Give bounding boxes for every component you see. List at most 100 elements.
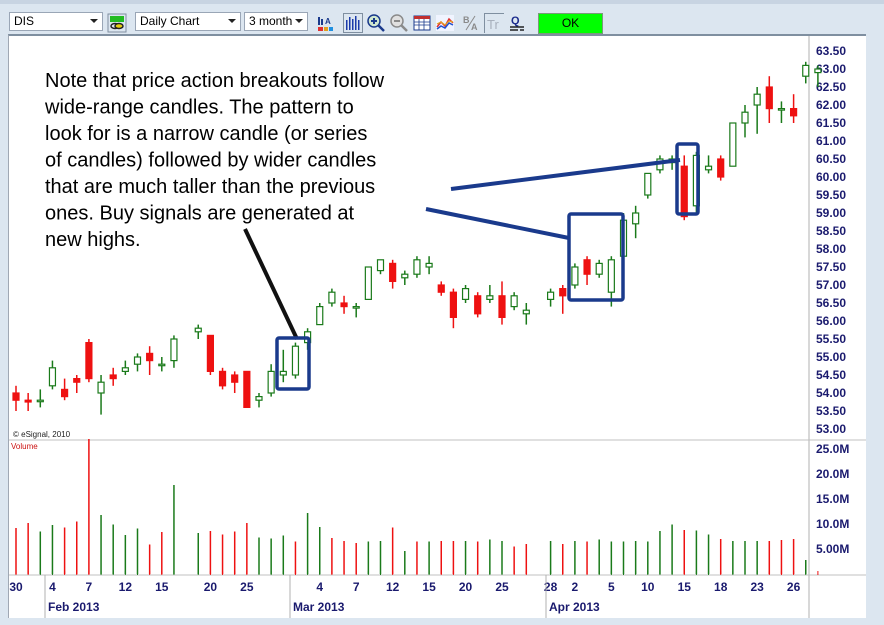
candle-body bbox=[461, 288, 470, 301]
candle-up bbox=[644, 172, 652, 199]
chevron-down-icon[interactable] bbox=[228, 19, 236, 23]
candle-down bbox=[206, 334, 214, 375]
candle-down bbox=[231, 371, 239, 393]
candle-body bbox=[425, 262, 433, 268]
candle-up bbox=[121, 360, 129, 375]
date-tick-label: 25 bbox=[240, 580, 254, 594]
candle-down bbox=[498, 281, 506, 325]
bar-chart-button[interactable] bbox=[343, 13, 363, 33]
month-label: Apr 2013 bbox=[549, 600, 600, 614]
candle-up bbox=[364, 266, 372, 301]
copyright-text: © eSignal, 2010 bbox=[13, 430, 71, 439]
candle-body bbox=[376, 259, 385, 272]
candle-up bbox=[267, 364, 275, 397]
annotation-line: Note that price action breakouts follow bbox=[45, 70, 385, 92]
candle-up bbox=[522, 303, 530, 325]
candle-body bbox=[279, 370, 287, 376]
link-button[interactable] bbox=[107, 13, 127, 33]
price-tick-label: 62.50 bbox=[816, 80, 846, 94]
zoom-out-icon bbox=[390, 14, 408, 32]
candle-up bbox=[486, 285, 494, 303]
date-tick-label: 15 bbox=[155, 580, 169, 594]
candle-body bbox=[36, 399, 44, 403]
candle-body bbox=[401, 273, 409, 279]
trade-button[interactable]: Tr bbox=[484, 13, 504, 33]
candle-body bbox=[121, 367, 129, 372]
period-value: 3 month bbox=[249, 14, 293, 28]
candle-body bbox=[206, 334, 214, 372]
candle-body bbox=[413, 259, 421, 275]
ok-button[interactable]: OK bbox=[538, 13, 603, 34]
period-combo[interactable]: 3 month bbox=[244, 12, 308, 31]
study-button[interactable]: A bbox=[316, 13, 336, 33]
candle-up bbox=[632, 205, 640, 239]
candle-down bbox=[717, 155, 725, 181]
candle-down bbox=[85, 339, 93, 383]
chart-type-value: Daily Chart bbox=[140, 14, 200, 28]
candle-down bbox=[109, 367, 117, 386]
candle-body bbox=[255, 396, 263, 401]
candle-up bbox=[571, 263, 579, 289]
right-panel bbox=[866, 34, 884, 625]
candle-up bbox=[401, 270, 409, 285]
annotation-line: that are much taller than the previous bbox=[45, 176, 375, 198]
candle-up bbox=[36, 389, 44, 408]
candle-body bbox=[364, 266, 372, 301]
candle-up bbox=[546, 288, 555, 307]
candle-body bbox=[109, 374, 117, 380]
chart-type-combo[interactable]: Daily Chart bbox=[135, 12, 241, 31]
candle-body bbox=[765, 86, 773, 110]
candle-body bbox=[146, 352, 154, 362]
candle-body bbox=[328, 291, 336, 304]
volume-label: Volume bbox=[11, 442, 38, 451]
candle-body bbox=[486, 295, 494, 300]
candle-body bbox=[607, 259, 615, 293]
candle-body bbox=[583, 259, 591, 275]
date-tick-label: 20 bbox=[459, 580, 473, 594]
quote-button[interactable]: Q bbox=[507, 13, 527, 33]
candle-up bbox=[158, 357, 166, 372]
link-icon bbox=[107, 13, 127, 33]
candle-body bbox=[814, 68, 822, 74]
table-button[interactable] bbox=[412, 13, 432, 33]
annotation-line: ones. Buy signals are generated at bbox=[45, 203, 355, 225]
candle-down bbox=[474, 292, 482, 318]
candle-down bbox=[60, 378, 69, 401]
candle-up bbox=[255, 393, 263, 408]
candle-body bbox=[194, 327, 202, 333]
chevron-down-icon[interactable] bbox=[90, 19, 98, 23]
bid-ask-icon: BA bbox=[463, 15, 478, 32]
candle-body bbox=[340, 302, 348, 308]
line-chart-button[interactable] bbox=[435, 13, 455, 33]
price-tick-label: 55.50 bbox=[816, 332, 846, 346]
volume-tick-label: 5.00M bbox=[816, 542, 849, 556]
chevron-down-icon[interactable] bbox=[295, 19, 303, 23]
date-tick-label: 7 bbox=[86, 580, 93, 594]
price-axis: 63.5063.0062.5062.0061.5061.0060.5060.00… bbox=[816, 44, 846, 436]
candle-up bbox=[802, 61, 810, 84]
price-tick-label: 59.00 bbox=[816, 206, 846, 220]
candle-body bbox=[704, 165, 713, 171]
zoom-in-icon bbox=[367, 14, 385, 32]
chart-svg[interactable]: 63.5063.0062.5062.0061.5061.0060.5060.00… bbox=[9, 36, 877, 618]
price-tick-label: 58.00 bbox=[816, 242, 846, 256]
annotation-line: look for is a narrow candle (or series bbox=[45, 123, 367, 145]
symbol-combo[interactable]: DIS bbox=[9, 12, 103, 31]
month-label: Mar 2013 bbox=[293, 600, 345, 614]
price-tick-label: 62.00 bbox=[816, 98, 846, 112]
candle-up bbox=[595, 259, 603, 278]
svg-text:A: A bbox=[471, 22, 478, 32]
date-tick-label: 4 bbox=[316, 580, 323, 594]
zoom-in-button[interactable] bbox=[366, 13, 386, 33]
date-tick-label: 12 bbox=[119, 580, 133, 594]
date-tick-label: 4 bbox=[49, 580, 56, 594]
svg-text:Tr: Tr bbox=[487, 17, 499, 32]
svg-text:Q: Q bbox=[511, 15, 520, 27]
zoom-out-button[interactable] bbox=[389, 13, 409, 33]
date-tick-label: 26 bbox=[787, 580, 801, 594]
candle-body bbox=[498, 295, 506, 318]
candle-body bbox=[717, 158, 725, 178]
bid-ask-button[interactable]: BA bbox=[461, 13, 481, 33]
date-tick-label: 18 bbox=[714, 580, 728, 594]
candle-body bbox=[267, 370, 275, 394]
